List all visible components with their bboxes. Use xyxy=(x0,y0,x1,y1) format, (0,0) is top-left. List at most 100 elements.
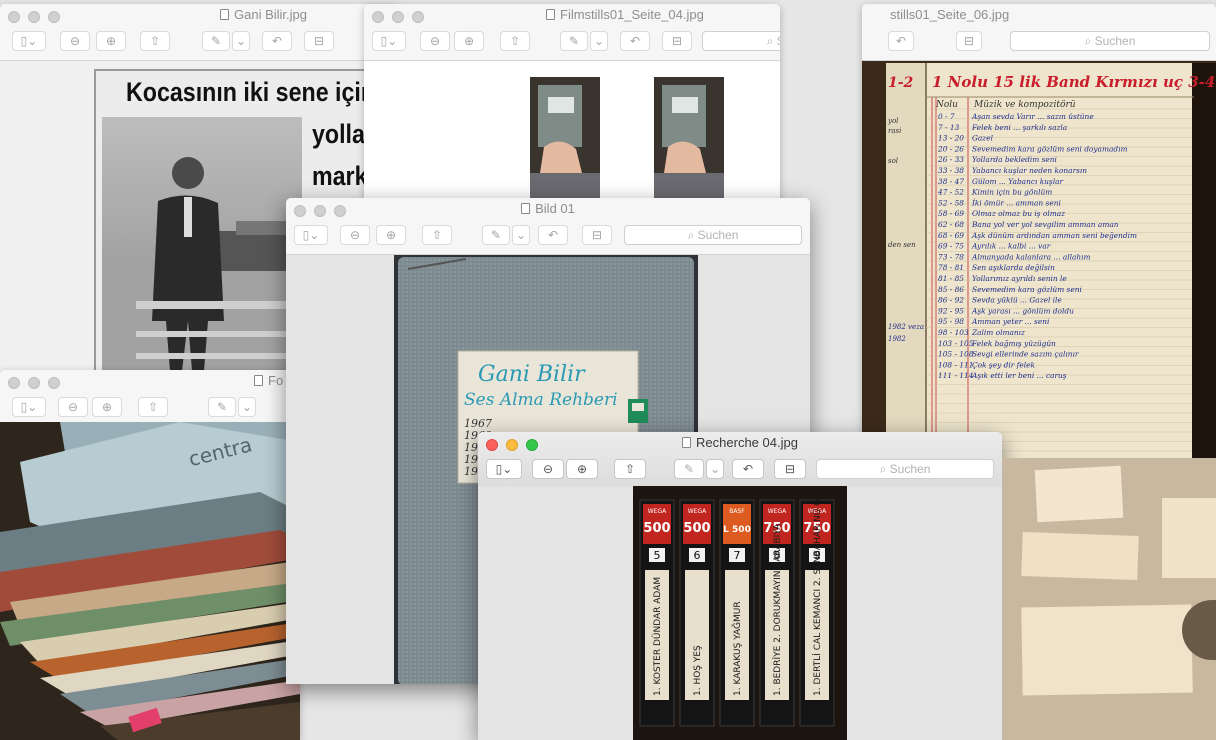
rotate-button[interactable]: ↶ xyxy=(888,31,914,51)
zoom-out-button[interactable]: ⊖ xyxy=(60,31,90,51)
search-field[interactable]: ⌕ Suchen xyxy=(1010,31,1210,51)
manuscript-entry-range: 78 - 81 xyxy=(938,263,964,272)
markup-menu-button[interactable]: ⌄ xyxy=(706,459,724,479)
manuscript-left-header: 1-2 xyxy=(888,75,914,91)
manuscript-entry-range: 13 - 20 xyxy=(938,134,964,143)
minimize-button[interactable] xyxy=(392,11,404,23)
share-icon: ⇧ xyxy=(624,462,636,476)
tape-number: 6 xyxy=(694,549,701,562)
minimize-button[interactable] xyxy=(28,377,40,389)
sidebar-button[interactable]: ▯⌄ xyxy=(486,459,522,479)
markup-button[interactable]: ✎ xyxy=(674,459,704,479)
manuscript-entry-range: 92 - 95 xyxy=(938,306,964,315)
toolbox-button[interactable]: ⊟ xyxy=(582,225,612,245)
close-button[interactable] xyxy=(8,11,20,23)
share-button[interactable]: ⇧ xyxy=(500,31,530,51)
zoom-out-icon: ⊖ xyxy=(69,34,81,48)
zoom-in-button[interactable]: ⊕ xyxy=(376,225,406,245)
markup-button[interactable]: ✎ xyxy=(208,397,236,417)
tape-spine-text: 1. HOŞ YEŞ xyxy=(693,645,703,696)
markup-menu-button[interactable]: ⌄ xyxy=(590,31,608,51)
search-icon: ⌕ xyxy=(687,227,698,242)
zoom-in-button[interactable]: ⊕ xyxy=(92,397,122,417)
manuscript-entry-range: 20 - 26 xyxy=(937,144,964,153)
markup-menu-button[interactable]: ⌄ xyxy=(232,31,250,51)
markup-icon: ✎ xyxy=(216,400,228,414)
toolbox-button[interactable]: ⊟ xyxy=(304,31,334,51)
sidebar-button[interactable]: ▯⌄ xyxy=(372,31,406,51)
zoom-button[interactable] xyxy=(48,11,60,23)
rotate-icon: ↶ xyxy=(629,34,641,48)
zoom-button[interactable] xyxy=(48,377,60,389)
zoom-out-button[interactable]: ⊖ xyxy=(58,397,88,417)
manuscript-entry-title: Aşk yarası ... gönlüm doldu xyxy=(971,306,1074,315)
search-field[interactable]: ⌕ Suchen xyxy=(624,225,802,245)
search-icon: ⌕ xyxy=(879,461,890,476)
share-icon: ⇧ xyxy=(149,34,161,48)
manuscript-side-note: 1982 xyxy=(888,335,906,343)
manuscript-side-note: yol xyxy=(887,117,898,125)
manuscript-entry-range: 68 - 69 xyxy=(938,231,964,240)
manuscript-entry-range: 7 - 13 xyxy=(938,123,960,132)
toolbox-button[interactable]: ⊟ xyxy=(956,31,982,51)
zoom-in-icon: ⊕ xyxy=(385,228,397,242)
zoom-in-icon: ⊕ xyxy=(101,400,113,414)
zoom-out-button[interactable]: ⊖ xyxy=(340,225,370,245)
toolbox-icon: ⊟ xyxy=(963,34,975,48)
tape-case: WEGA75091. DERTLİ CAL KEMANCI 2. SENBAHA… xyxy=(799,486,835,727)
file-icon xyxy=(254,375,263,386)
toolbox-icon: ⊟ xyxy=(784,462,796,476)
manuscript-col-header: Nolu xyxy=(935,100,958,110)
rotate-button[interactable]: ↶ xyxy=(538,225,568,245)
markup-button[interactable]: ✎ xyxy=(560,31,588,51)
manuscript-side-note: sol xyxy=(888,157,898,165)
markup-button[interactable]: ✎ xyxy=(202,31,230,51)
window-recherche-04[interactable]: Recherche 04.jpg ▯⌄ ⊖ ⊕ ⇧ ✎ ⌄ ↶ ⊟ ⌕ Such… xyxy=(478,432,1002,740)
zoom-in-button[interactable]: ⊕ xyxy=(454,31,484,51)
rotate-button[interactable]: ↶ xyxy=(620,31,650,51)
sidebar-button[interactable]: ▯⌄ xyxy=(12,397,46,417)
zoom-in-button[interactable]: ⊕ xyxy=(96,31,126,51)
sidebar-icon: ▯⌄ xyxy=(302,228,320,242)
toolbox-icon: ⊟ xyxy=(591,228,603,242)
search-field[interactable]: ⌕ Suchen xyxy=(702,31,780,51)
share-button[interactable]: ⇧ xyxy=(140,31,170,51)
tape-size: L 500 xyxy=(723,525,751,535)
tape-brand: WEGA xyxy=(648,508,667,515)
sidebar-icon: ▯⌄ xyxy=(495,462,513,476)
minimize-button[interactable] xyxy=(28,11,40,23)
markup-button[interactable]: ✎ xyxy=(482,225,510,245)
toolbox-button[interactable]: ⊟ xyxy=(774,459,806,479)
sidebar-button[interactable]: ▯⌄ xyxy=(294,225,328,245)
markup-menu-button[interactable]: ⌄ xyxy=(238,397,256,417)
zoom-out-button[interactable]: ⊖ xyxy=(532,459,564,479)
close-button[interactable] xyxy=(372,11,384,23)
markup-icon: ✎ xyxy=(568,34,580,48)
tape-shelf-photo: WEGA 500 5 1. KOSTER DÜNDAR ADAM WEGA 500 6 1. … xyxy=(633,486,847,740)
window-foto[interactable]: Fo ▯⌄ ⊖ ⊕ ⇧ ✎ ⌄ centra xyxy=(0,370,300,740)
share-button[interactable]: ⇧ xyxy=(614,459,646,479)
zoom-button[interactable] xyxy=(412,11,424,23)
search-icon: ⌕ xyxy=(1084,33,1095,48)
sidebar-button[interactable]: ▯⌄ xyxy=(12,31,46,51)
rotate-button[interactable]: ↶ xyxy=(732,459,764,479)
chevron-down-icon: ⌄ xyxy=(709,462,721,476)
rotate-button[interactable]: ↶ xyxy=(262,31,292,51)
zoom-in-icon: ⊕ xyxy=(105,34,117,48)
window-title: Bild 01 xyxy=(286,201,810,216)
search-field[interactable]: ⌕ Suchen xyxy=(816,459,994,479)
zoom-in-button[interactable]: ⊕ xyxy=(566,459,598,479)
markup-menu-button[interactable]: ⌄ xyxy=(512,225,530,245)
zoom-out-button[interactable]: ⊖ xyxy=(420,31,450,51)
close-button[interactable] xyxy=(8,377,20,389)
tape-case: WEGA 500 5 1. KOSTER DÜNDAR ADAM xyxy=(639,499,675,727)
share-button[interactable]: ⇧ xyxy=(422,225,452,245)
share-button[interactable]: ⇧ xyxy=(138,397,168,417)
chevron-down-icon: ⌄ xyxy=(235,34,247,48)
toolbar: Filmstills01_Seite_04.jpg ▯⌄ ⊖ ⊕ ⇧ ✎ ⌄ ↶… xyxy=(364,4,780,61)
manuscript-entry-title: Aşık etti ler beni ... caruş xyxy=(971,371,1067,380)
manuscript-side-note: den sen xyxy=(888,241,916,249)
letter-1 xyxy=(1034,465,1124,523)
toolbox-button[interactable]: ⊟ xyxy=(662,31,692,51)
manuscript-entry-title: Yollarda bekledim seni xyxy=(972,155,1057,164)
